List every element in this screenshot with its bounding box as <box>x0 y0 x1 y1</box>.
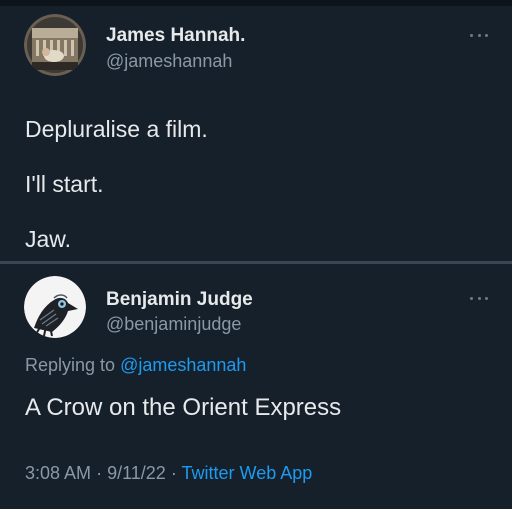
display-name[interactable]: Benjamin Judge <box>106 289 253 311</box>
separator: · <box>96 463 103 483</box>
handle[interactable]: @jameshannah <box>106 51 232 72</box>
mention-link[interactable]: @jameshannah <box>120 355 246 375</box>
dot <box>470 33 473 37</box>
dot <box>477 296 481 300</box>
reply-tweet[interactable]: Benjamin Judge @benjaminjudge Replying t… <box>0 264 512 509</box>
dot <box>470 296 473 300</box>
dot <box>477 33 481 37</box>
handle[interactable]: @benjaminjudge <box>106 314 241 335</box>
tweet-text-line: I'll start. <box>25 171 104 197</box>
more-options-icon[interactable] <box>470 295 488 301</box>
more-options-icon[interactable] <box>470 32 488 38</box>
source-link[interactable]: Twitter Web App <box>182 463 313 483</box>
avatar[interactable] <box>24 14 86 76</box>
timestamp[interactable]: 3:08 AM <box>25 463 91 483</box>
avatar[interactable] <box>24 276 86 338</box>
replying-to-label: Replying to <box>25 355 116 375</box>
separator: · <box>170 463 177 483</box>
profile-photo-icon <box>24 14 86 76</box>
tweet-text-line: Depluralise a film. <box>25 116 208 142</box>
dot <box>485 296 488 300</box>
tweet-text-line: Jaw. <box>25 226 72 252</box>
dot <box>485 33 488 37</box>
screenshot-frame: James Hannah. @jameshannah Depluralise a… <box>0 0 512 509</box>
tweet-metadata: 3:08 AM · 9/11/22 · Twitter Web App <box>25 463 312 484</box>
original-tweet[interactable]: James Hannah. @jameshannah Depluralise a… <box>0 6 512 262</box>
display-name[interactable]: James Hannah. <box>106 25 245 47</box>
crow-illustration-icon <box>24 276 86 338</box>
replying-to: Replying to @jameshannah <box>25 355 246 376</box>
date[interactable]: 9/11/22 <box>107 463 166 483</box>
tweet-text: A Crow on the Orient Express <box>25 394 342 421</box>
